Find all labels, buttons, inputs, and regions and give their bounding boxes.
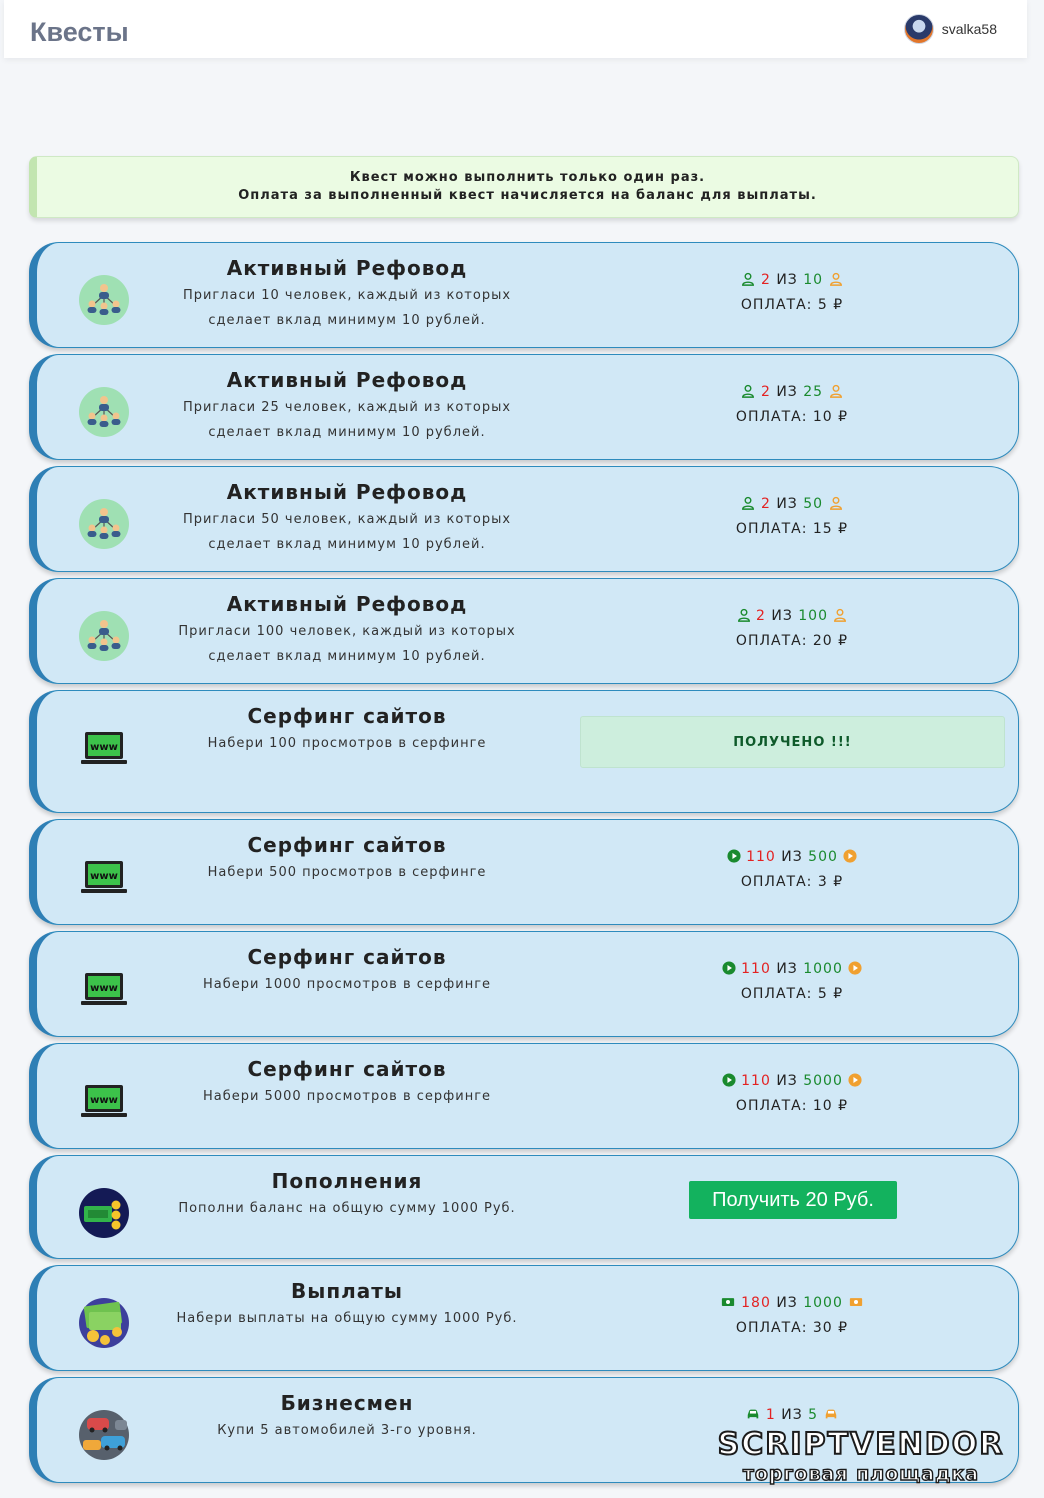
banknote-icon	[720, 1295, 736, 1309]
www-laptop-icon	[79, 723, 129, 773]
quest-description: Набери 1000 просмотров в серфинге	[202, 977, 492, 992]
quest-title: Серфинг сайтов	[247, 1057, 447, 1081]
quest-description: Набери 100 просмотров в серфинге	[207, 736, 487, 751]
cars-icon	[79, 1410, 129, 1460]
quest-card-surfing-100: Серфинг сайтов Набери 100 просмотров в с…	[29, 690, 1019, 813]
referral-network-icon	[79, 611, 129, 661]
quest-title: Выплаты	[291, 1279, 403, 1303]
quest-payment: ОПЛАТА: 5 ₽	[740, 297, 844, 313]
user-icon	[829, 496, 843, 510]
quest-progress: 2 ИЗ 50	[597, 496, 987, 512]
quest-description: Пригласи 25 человек, каждый из которых сд…	[182, 400, 512, 440]
quest-received-status: ПОЛУЧЕНО !!!	[580, 716, 1005, 768]
user-icon	[829, 384, 843, 398]
watermark-subtitle: торговая площадка	[742, 1462, 980, 1485]
quest-payment: ОПЛАТА: 15 ₽	[735, 521, 849, 537]
quest-title: Активный Рефовод	[226, 480, 468, 504]
quest-description: Набери 500 просмотров в серфинге	[207, 865, 487, 880]
quest-card-payouts: Выплаты Набери выплаты на общую сумму 10…	[29, 1265, 1019, 1371]
watermark-title: SCRIPTVENDOR	[717, 1427, 1005, 1463]
quest-progress: 180 ИЗ 1000	[597, 1295, 987, 1311]
quest-description: Купи 5 автомобилей 3-го уровня.	[217, 1423, 477, 1438]
claim-reward-button[interactable]: Получить 20 Руб.	[689, 1181, 897, 1219]
username[interactable]: svalka58	[942, 21, 997, 37]
quest-title: Активный Рефовод	[226, 368, 468, 392]
car-icon	[824, 1407, 838, 1421]
quest-progress: 2 ИЗ 100	[597, 608, 987, 624]
quest-payment: ОПЛАТА: 10 ₽	[735, 1098, 849, 1114]
notice-line-1: Квест можно выполнить только один раз.	[349, 170, 706, 185]
quest-card-referral-10: Активный Рефовод Пригласи 10 человек, ка…	[29, 242, 1019, 348]
play-icon	[727, 849, 741, 863]
quest-card-deposits: Пополнения Пополни баланс на общую сумму…	[29, 1155, 1019, 1259]
user-icon	[833, 608, 847, 622]
user-menu[interactable]: svalka58	[903, 14, 997, 44]
quest-payment: ОПЛАТА: 3 ₽	[740, 874, 844, 890]
quest-description: Пополни баланс на общую сумму 1000 Руб.	[178, 1201, 516, 1216]
quest-payment: ОПЛАТА: 30 ₽	[735, 1320, 849, 1336]
car-icon	[746, 1407, 760, 1421]
quest-description: Набери выплаты на общую сумму 1000 Руб.	[176, 1311, 518, 1326]
play-icon	[848, 1073, 862, 1087]
quest-progress: 110 ИЗ 500	[597, 849, 987, 865]
quest-card-referral-100: Активный Рефовод Пригласи 100 человек, к…	[29, 578, 1019, 684]
play-icon	[722, 1073, 736, 1087]
user-icon	[741, 272, 755, 286]
quest-description: Пригласи 50 человек, каждый из которых сд…	[182, 512, 512, 552]
quest-payment: ОПЛАТА: 20 ₽	[735, 633, 849, 649]
quest-title: Пополнения	[271, 1169, 423, 1193]
quest-card-surfing-500: Серфинг сайтов Набери 500 просмотров в с…	[29, 819, 1019, 925]
quest-card-referral-25: Активный Рефовод Пригласи 25 человек, ка…	[29, 354, 1019, 460]
quest-title: Бизнесмен	[280, 1391, 414, 1415]
quest-title: Серфинг сайтов	[247, 833, 447, 857]
quest-notice: Квест можно выполнить только один раз. О…	[29, 156, 1019, 218]
user-icon	[829, 272, 843, 286]
quest-title: Серфинг сайтов	[247, 704, 447, 728]
quest-progress: 2 ИЗ 10	[597, 272, 987, 288]
quest-payment: ОПЛАТА: 10 ₽	[735, 409, 849, 425]
quest-progress: 2 ИЗ 25	[597, 384, 987, 400]
watermark: SCRIPTVENDOR торговая площадка	[688, 1427, 1034, 1490]
quest-progress: 110 ИЗ 5000	[597, 1073, 987, 1089]
quest-title: Активный Рефовод	[226, 592, 468, 616]
quest-description: Набери 5000 просмотров в серфинге	[202, 1089, 492, 1104]
quest-progress: 1 ИЗ 5	[597, 1407, 987, 1423]
www-laptop-icon	[79, 852, 129, 902]
play-icon	[843, 849, 857, 863]
quest-payment: ОПЛАТА: 5 ₽	[740, 986, 844, 1002]
user-icon	[741, 496, 755, 510]
quest-card-surfing-1000: Серфинг сайтов Набери 1000 просмотров в …	[29, 931, 1019, 1037]
quest-card-referral-50: Активный Рефовод Пригласи 50 человек, ка…	[29, 466, 1019, 572]
notice-line-2: Оплата за выполненный квест начисляется …	[238, 188, 817, 203]
user-icon	[737, 608, 751, 622]
quest-description: Пригласи 100 человек, каждый из которых с…	[178, 624, 516, 664]
user-icon	[741, 384, 755, 398]
quest-description: Пригласи 10 человек, каждый из которых сд…	[182, 288, 512, 328]
money-icon	[79, 1188, 129, 1238]
www-laptop-icon	[79, 964, 129, 1014]
referral-network-icon	[79, 499, 129, 549]
referral-network-icon	[79, 275, 129, 325]
payout-money-icon	[79, 1298, 129, 1348]
avatar[interactable]	[903, 14, 934, 44]
banknote-icon	[848, 1295, 864, 1309]
top-bar: Квесты svalka58	[4, 0, 1027, 58]
quest-progress: 110 ИЗ 1000	[597, 961, 987, 977]
referral-network-icon	[79, 387, 129, 437]
page-title: Квесты	[30, 16, 129, 47]
play-icon	[722, 961, 736, 975]
www-laptop-icon	[79, 1076, 129, 1126]
quest-title: Серфинг сайтов	[247, 945, 447, 969]
play-icon	[848, 961, 862, 975]
quest-title: Активный Рефовод	[226, 256, 468, 280]
quest-card-surfing-5000: Серфинг сайтов Набери 5000 просмотров в …	[29, 1043, 1019, 1149]
